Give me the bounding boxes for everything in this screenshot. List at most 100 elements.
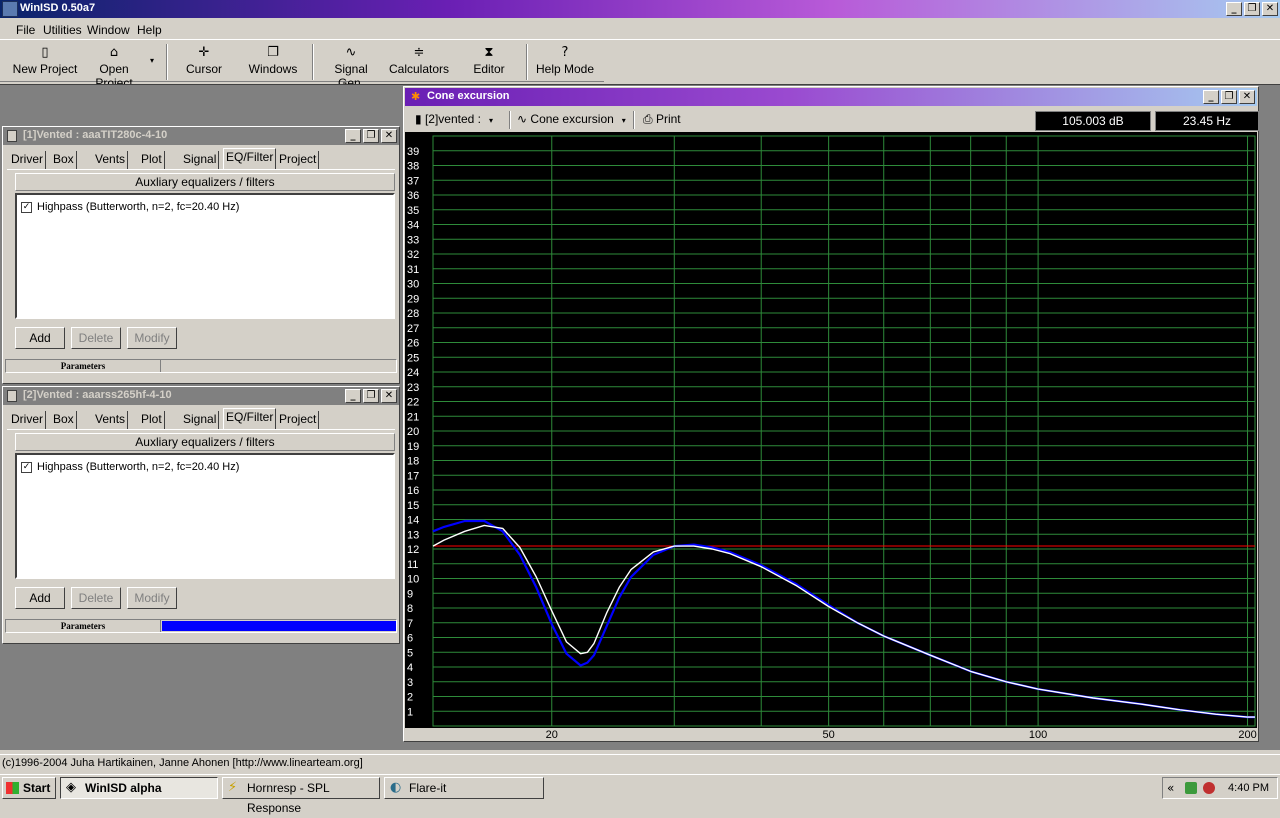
project-window-titlebar[interactable]: [2]Vented : aaarss265hf-4-10 _ ❐ ✕ — [3, 387, 399, 405]
clock: 4:40 PM — [1228, 782, 1269, 794]
y-tick-label: 14 — [407, 515, 419, 527]
menu-window[interactable]: Window — [87, 23, 130, 37]
modify-button[interactable]: Modify — [127, 327, 177, 349]
toolbar-separator — [526, 44, 528, 80]
y-tick-label: 8 — [407, 603, 413, 615]
taskbar-item-hornresp[interactable]: ⚡ Hornresp - SPL Response — [222, 777, 380, 815]
close-button[interactable]: ✕ — [1262, 2, 1278, 16]
y-tick-label: 22 — [407, 397, 419, 409]
tab-plot[interactable]: Plot — [139, 151, 165, 169]
y-tick-label: 17 — [407, 470, 419, 482]
editor-button[interactable]: ⧗ Editor — [462, 44, 516, 80]
parameters-progress: Parameters — [5, 359, 397, 373]
y-tick-label: 7 — [407, 618, 413, 630]
taskbar-item-winisd[interactable]: ◈ WinISD alpha — [60, 777, 218, 799]
help-icon: ? — [561, 45, 569, 60]
y-tick-label: 3 — [407, 677, 413, 689]
y-tick-label: 37 — [407, 175, 419, 187]
menu-help[interactable]: Help — [137, 23, 162, 37]
modify-button[interactable]: Modify — [127, 587, 177, 609]
y-tick-label: 16 — [407, 485, 419, 497]
list-item[interactable]: ✓ Highpass (Butterworth, n=2, fc=20.40 H… — [21, 461, 239, 473]
signal-gen-button[interactable]: ∿ Signal Gen. — [320, 44, 382, 90]
tab-project[interactable]: Project — [277, 151, 320, 169]
minimize-button[interactable]: _ — [1203, 90, 1219, 104]
calculators-button[interactable]: ≑ Calculators — [388, 44, 450, 80]
windows-logo-icon — [6, 782, 19, 794]
y-tick-label: 30 — [407, 279, 419, 291]
tab-signal[interactable]: Signal — [181, 411, 220, 429]
speaker-icon — [7, 130, 17, 142]
windows-button[interactable]: ❐ Windows — [244, 44, 302, 80]
app-titlebar: WinISD 0.50a7 _ ❐ ✕ — [0, 0, 1280, 18]
menu-bar: File Utilities Window Help — [0, 20, 1280, 40]
tab-box[interactable]: Box — [51, 411, 77, 429]
project-select[interactable]: ▮ [2]vented : ▾ — [415, 112, 493, 126]
cone-excursion-plot[interactable]: 1 2 3 4 5 6 7 8 9 10 11 12 13 14 15 16 17 18 19 20 21 22 23 24 2… — [405, 132, 1257, 740]
y-tick-label: 24 — [407, 367, 419, 379]
close-button[interactable]: ✕ — [381, 129, 397, 143]
restore-button[interactable]: ❐ — [1244, 2, 1260, 16]
tab-eq-filter[interactable]: EQ/Filter — [223, 148, 277, 170]
tab-vents[interactable]: Vents — [93, 411, 129, 429]
maximize-button[interactable]: ❐ — [363, 129, 379, 143]
help-mode-button[interactable]: ? Help Mode — [534, 44, 596, 80]
menu-utilities[interactable]: Utilities — [43, 23, 82, 37]
project-window-titlebar[interactable]: [1]Vented : aaaTIT280c-4-10 _ ❐ ✕ — [3, 127, 399, 145]
add-button[interactable]: Add — [15, 587, 65, 609]
print-button[interactable]: ⎙ Print — [643, 112, 681, 127]
open-project-button[interactable]: ⌂ Open Project — [80, 44, 148, 90]
windows-icon: ❐ — [267, 45, 279, 60]
cone-window-titlebar[interactable]: ✱ Cone excursion _ ❐ ✕ — [405, 88, 1257, 106]
y-tick-label: 15 — [407, 500, 419, 512]
close-button[interactable]: ✕ — [381, 389, 397, 403]
taskbar-item-flare-it[interactable]: ◐ Flare-it — [384, 777, 544, 799]
y-tick-label: 5 — [407, 647, 413, 659]
volume-icon[interactable] — [1203, 782, 1215, 794]
y-tick-label: 34 — [407, 220, 419, 232]
tab-eq-filter[interactable]: EQ/Filter — [223, 408, 277, 430]
tab-project[interactable]: Project — [277, 411, 320, 429]
aux-equalizers-header: Auxliary equalizers / filters — [15, 173, 395, 191]
menu-file[interactable]: File — [16, 23, 35, 37]
tab-vents[interactable]: Vents — [93, 151, 129, 169]
y-tick-label: 39 — [407, 146, 419, 158]
start-button[interactable]: Start — [2, 777, 56, 799]
filter-checkbox[interactable]: ✓ — [21, 201, 32, 213]
y-tick-label: 38 — [407, 161, 419, 173]
cursor-button[interactable]: ✛ Cursor — [176, 44, 232, 80]
parameters-label: Parameters — [6, 620, 161, 632]
tab-driver[interactable]: Driver — [9, 151, 46, 169]
tab-driver[interactable]: Driver — [9, 411, 46, 429]
lightning-icon: ⚡ — [228, 780, 238, 795]
tray-expand-icon[interactable]: « — [1167, 778, 1174, 798]
network-icon[interactable] — [1185, 782, 1197, 794]
filter-checkbox[interactable]: ✓ — [21, 461, 32, 473]
new-project-button[interactable]: ▯ New Project — [12, 44, 78, 80]
cursor-icon: ✛ — [198, 45, 210, 60]
project-window-title: [2]Vented : aaarss265hf-4-10 — [23, 389, 172, 401]
delete-button[interactable]: Delete — [71, 327, 121, 349]
app-icon — [2, 1, 18, 17]
add-button[interactable]: Add — [15, 327, 65, 349]
filters-list[interactable]: ✓ Highpass (Butterworth, n=2, fc=20.40 H… — [15, 453, 395, 579]
tab-signal[interactable]: Signal — [181, 151, 220, 169]
x-tick-label: 50 — [823, 729, 835, 740]
restore-button[interactable]: ❐ — [1221, 90, 1237, 104]
minimize-button[interactable]: _ — [1226, 2, 1242, 16]
db-readout: 105.003 dB — [1035, 111, 1151, 131]
tab-plot[interactable]: Plot — [139, 411, 165, 429]
maximize-button[interactable]: ❐ — [363, 389, 379, 403]
list-item[interactable]: ✓ Highpass (Butterworth, n=2, fc=20.40 H… — [21, 201, 239, 213]
frequency-readout: 23.45 Hz — [1155, 111, 1259, 131]
graph-type-select[interactable]: ∿ Cone excursion ▾ — [517, 112, 626, 126]
minimize-button[interactable]: _ — [345, 389, 361, 403]
filters-list[interactable]: ✓ Highpass (Butterworth, n=2, fc=20.40 H… — [15, 193, 395, 319]
y-tick-label: 12 — [407, 544, 419, 556]
x-tick-label: 20 — [546, 729, 558, 740]
delete-button[interactable]: Delete — [71, 587, 121, 609]
minimize-button[interactable]: _ — [345, 129, 361, 143]
tab-box[interactable]: Box — [51, 151, 77, 169]
open-project-dropdown-icon[interactable]: ▾ — [150, 56, 154, 65]
close-button[interactable]: ✕ — [1239, 90, 1255, 104]
